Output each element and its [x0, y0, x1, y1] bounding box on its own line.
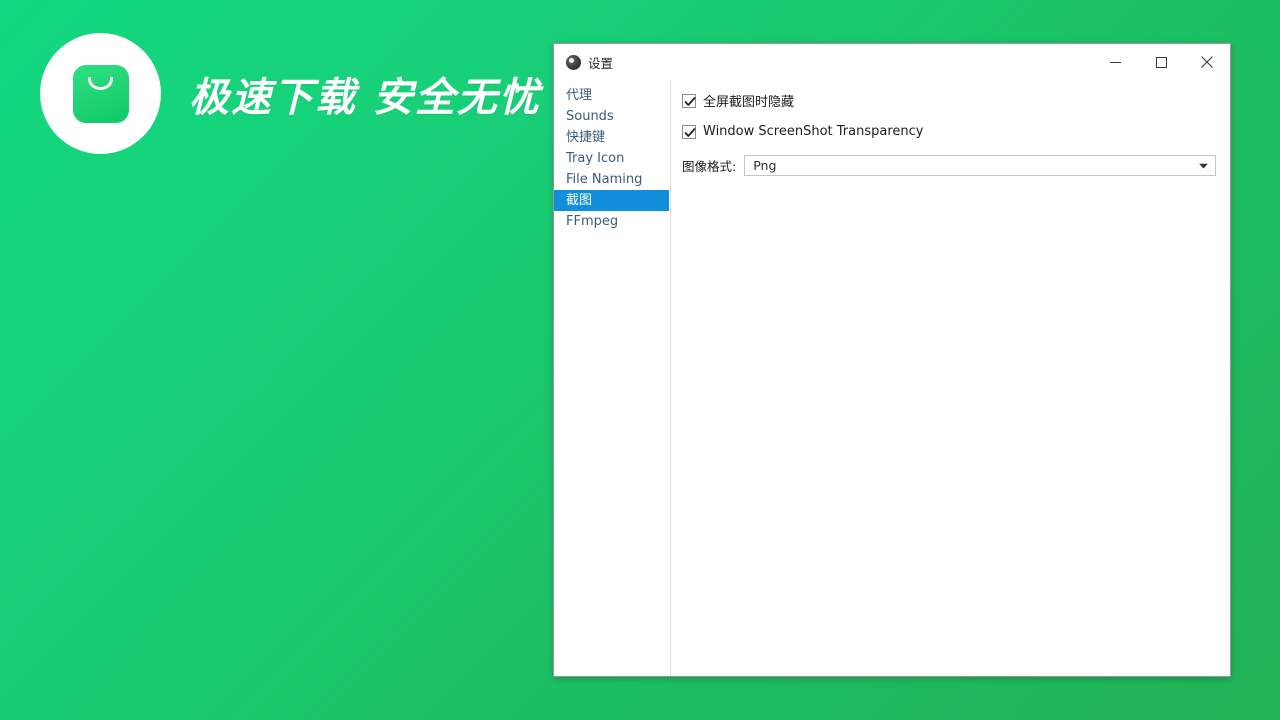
shopping-bag-smile-icon — [73, 65, 129, 123]
window-title: 设置 — [588, 53, 613, 72]
sidebar-item-tray-icon[interactable]: Tray Icon — [554, 148, 670, 169]
camera-lens-icon — [566, 55, 581, 70]
title-bar[interactable]: 设置 — [554, 44, 1230, 80]
window-screenshot-transparency-row[interactable]: Window ScreenShot Transparency — [682, 124, 1216, 139]
minimize-button[interactable] — [1092, 44, 1138, 80]
sidebar-item-sounds[interactable]: Sounds — [554, 106, 670, 127]
brand-block: 极速下载 安全无忧 — [40, 33, 541, 154]
minimize-icon — [1110, 57, 1121, 68]
hide-on-fullscreen-checkbox[interactable] — [682, 94, 696, 108]
maximize-icon — [1156, 57, 1167, 68]
close-icon — [1201, 56, 1213, 68]
hide-on-fullscreen-label: 全屏截图时隐藏 — [703, 91, 794, 110]
sidebar-item-proxy[interactable]: 代理 — [554, 85, 670, 106]
checkmark-icon — [684, 96, 696, 108]
sidebar-item-ffmpeg[interactable]: FFmpeg — [554, 211, 670, 232]
sidebar-item-screenshot[interactable]: 截图 — [554, 190, 669, 211]
image-format-value: Png — [745, 158, 776, 173]
title-bar-left: 设置 — [554, 53, 613, 72]
image-format-select[interactable]: Png — [744, 155, 1216, 176]
close-button[interactable] — [1184, 44, 1230, 80]
checkmark-icon — [684, 127, 696, 139]
hide-on-fullscreen-row[interactable]: 全屏截图时隐藏 — [682, 91, 1216, 110]
window-screenshot-transparency-checkbox[interactable] — [682, 125, 696, 139]
smile-arc — [88, 77, 113, 90]
settings-category-list: 代理 Sounds 快捷键 Tray Icon File Naming 截图 F… — [554, 80, 671, 676]
maximize-button[interactable] — [1138, 44, 1184, 80]
window-controls — [1092, 44, 1230, 80]
brand-slogan: 极速下载 安全无忧 — [189, 65, 541, 123]
window-body: 代理 Sounds 快捷键 Tray Icon File Naming 截图 F… — [554, 80, 1230, 676]
chevron-down-icon[interactable] — [1199, 156, 1208, 175]
sidebar-item-hotkeys[interactable]: 快捷键 — [554, 127, 670, 148]
settings-window: 设置 代理 Sounds 快捷键 — [553, 43, 1231, 677]
image-format-label: 图像格式: — [682, 156, 736, 175]
screenshot-settings-pane: 全屏截图时隐藏 Window ScreenShot Transparency 图… — [671, 80, 1230, 676]
window-screenshot-transparency-label: Window ScreenShot Transparency — [703, 124, 923, 139]
app-logo — [40, 33, 161, 154]
image-format-row: 图像格式: Png — [682, 155, 1216, 176]
sidebar-item-file-naming[interactable]: File Naming — [554, 169, 670, 190]
